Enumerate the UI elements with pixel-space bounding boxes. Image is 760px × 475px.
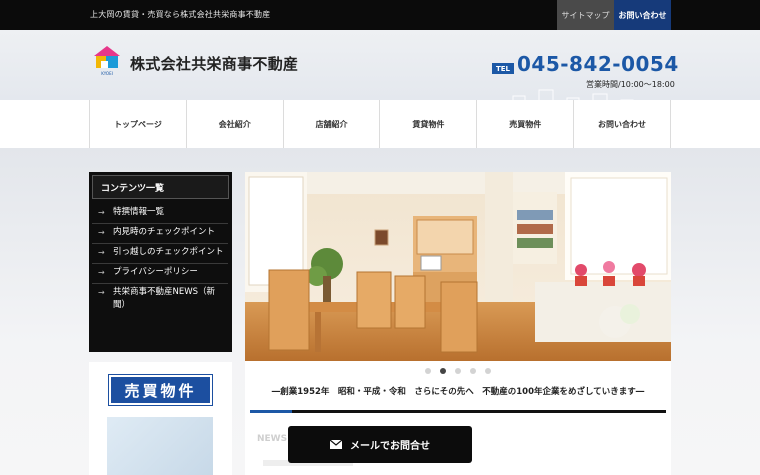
global-nav: トップページ 会社紹介 店舗紹介 賃貸物件 売買物件 お問い合わせ [89,100,671,148]
slider-image[interactable] [245,172,671,361]
sale-properties-banner[interactable]: 売買物件 [108,374,213,406]
contact-top-button[interactable]: お問い合わせ [614,0,671,30]
nav-item-company[interactable]: 会社紹介 [187,100,284,148]
news-heading: NEWS [257,434,288,444]
banner-thumbnail[interactable] [107,417,213,475]
company-name[interactable]: 株式会社共栄商事不動産 [130,53,298,74]
sidebar-title: コンテンツ一覧 [92,175,229,199]
sidebar-contents: コンテンツ一覧 → 特撰情報一覧 → 内見時のチェックポイント → 引っ越しのチ… [89,172,232,352]
sidebar-banner: 売買物件 [89,362,232,475]
sidebar-item-moving-checkpoints[interactable]: → 引っ越しのチェックポイント [92,244,228,264]
phone-number[interactable]: 045-842-0054 [517,52,679,76]
sidebar-item-news[interactable]: → 共栄商事不動産NEWS（新聞） [92,284,228,316]
arrow-right-icon: → [98,208,105,217]
company-logo-icon[interactable]: KYOEI [92,44,122,76]
slider-dots [245,368,671,374]
mail-contact-button[interactable]: メールでお問合せ [288,426,472,463]
slider-dot-3[interactable] [455,368,461,374]
site-tagline: 上大岡の賃貸・売買なら株式会社共栄商事不動産 [90,10,271,19]
tel-badge: TEL [492,63,514,74]
sidebar-list: → 特撰情報一覧 → 内見時のチェックポイント → 引っ越しのチェックポイント … [92,204,228,316]
arrow-right-icon: → [98,268,105,277]
envelope-icon [330,440,342,449]
nav-item-top[interactable]: トップページ [90,100,187,148]
nav-item-contact[interactable]: お問い合わせ [574,100,671,148]
sitemap-button[interactable]: サイトマップ [557,0,614,30]
business-hours: 営業時間/10:00～18:00 [586,80,675,89]
slider-dot-1[interactable] [425,368,431,374]
slider-dot-4[interactable] [470,368,476,374]
sidebar-item-label: 内見時のチェックポイント [113,227,216,237]
slider-dot-2[interactable] [440,368,446,374]
sidebar-item-special[interactable]: → 特撰情報一覧 [92,204,228,224]
nav-item-store[interactable]: 店舗紹介 [284,100,381,148]
slider-progress-bar [250,410,666,413]
sidebar-item-label: 特撰情報一覧 [113,207,165,217]
sidebar-item-label: プライバシーポリシー [113,267,198,277]
sidebar-item-label: 引っ越しのチェックポイント [113,247,224,257]
arrow-right-icon: → [98,248,105,257]
company-slogan: ―創業1952年 昭和・平成・令和 さらにその先へ 不動産の100年企業をめざし… [271,387,645,397]
sidebar-item-privacy[interactable]: → プライバシーポリシー [92,264,228,284]
slider-progress-fill [250,410,292,413]
arrow-right-icon: → [98,228,105,237]
nav-item-rental[interactable]: 賃貸物件 [380,100,478,148]
nav-item-sale[interactable]: 売買物件 [477,100,575,148]
mail-button-label: メールでお問合せ [350,441,430,452]
logo-caption: KYOEI [101,71,113,76]
arrow-right-icon: → [98,288,105,297]
slider-dot-5[interactable] [485,368,491,374]
sidebar-item-viewing-checkpoints[interactable]: → 内見時のチェックポイント [92,224,228,244]
top-bar: 上大岡の賃貸・売買なら株式会社共栄商事不動産 サイトマップ お問い合わせ [0,0,760,30]
sidebar-item-label: 共栄商事不動産NEWS（新聞） [113,287,216,310]
